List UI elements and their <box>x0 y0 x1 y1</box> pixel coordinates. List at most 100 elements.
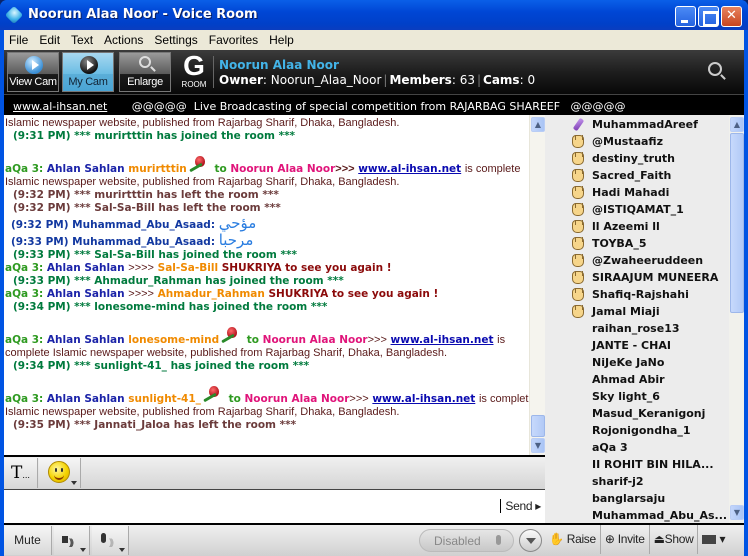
user-list-item[interactable]: Shafiq-Rajshahi <box>545 286 729 303</box>
emoticon-button[interactable] <box>39 458 81 488</box>
user-list-item[interactable]: Masud_Keranigonj <box>545 405 729 422</box>
chat-line: (9:32 PM) *** murirtttin has left the ro… <box>13 189 279 201</box>
site-link[interactable]: www.al-ihsan.net <box>358 163 461 175</box>
chat-line: Islamic newspaper website, published fro… <box>5 406 400 418</box>
zoom-icon[interactable] <box>708 62 722 76</box>
send-button[interactable]: Send ▸ <box>500 499 541 513</box>
camera-menu-button[interactable]: ▾ <box>698 525 729 554</box>
show-button[interactable]: ⏏Show <box>650 525 699 554</box>
menu-favorites[interactable]: Favorites <box>204 33 263 47</box>
owner-value: Noorun_Alaa_Noor <box>270 73 382 87</box>
title-bar[interactable]: Noorun Alaa Noor - Voice Room ✕ <box>0 0 748 30</box>
scroll-up-button[interactable]: ▲ <box>531 117 545 132</box>
minimize-button[interactable] <box>675 6 696 27</box>
chat-scrollbar[interactable]: ▲ ▼ <box>529 115 545 455</box>
user-name: raihan_rose13 <box>592 322 680 335</box>
user-list-item[interactable]: banglarsaju <box>545 490 729 507</box>
menu-file[interactable]: File <box>4 33 33 47</box>
rose-icon <box>187 156 209 174</box>
maximize-button[interactable] <box>698 6 719 27</box>
user-name: SIRAAJUM MUNEERA <box>592 271 719 284</box>
scroll-thumb[interactable] <box>531 415 545 437</box>
text-format-button[interactable]: T... <box>4 458 38 488</box>
user-list-item[interactable]: Hadi Mahadi <box>545 184 729 201</box>
mute-button[interactable]: Mute <box>4 526 52 555</box>
user-list-item[interactable]: @Mustaafiz <box>545 133 729 150</box>
user-list-item[interactable]: ll Azeemi ll <box>545 218 729 235</box>
rose-icon <box>201 386 223 404</box>
menu-text[interactable]: Text <box>66 33 98 47</box>
raised-hand-icon <box>572 169 584 182</box>
user-list-item[interactable]: NiJeKe JaNo <box>545 354 729 371</box>
user-list-item[interactable]: MuhammadAreef <box>545 116 729 133</box>
talk-button[interactable]: Disabled <box>419 529 514 552</box>
user-list-item[interactable]: Ahmad Abir <box>545 371 729 388</box>
members-count: 63 <box>459 73 475 87</box>
message-input[interactable]: Send ▸ <box>4 490 545 524</box>
my-cam-button[interactable]: My Cam <box>62 52 114 92</box>
chat-line: (9:31 PM) *** murirtttin has joined the … <box>13 130 296 142</box>
site-link[interactable]: www.al-ihsan.net <box>391 334 494 346</box>
speaker-volume-button[interactable] <box>54 526 90 556</box>
members-label: Members <box>389 73 452 87</box>
user-list-item[interactable]: destiny_truth <box>545 150 729 167</box>
user-name: Shafiq-Rajshahi <box>592 288 689 301</box>
user-list-item[interactable]: JANTE - CHAI <box>545 337 729 354</box>
room-name: Noorun Alaa Noor <box>219 58 339 72</box>
user-list-item[interactable]: Sacred_Faith <box>545 167 729 184</box>
chat-line: aQa 3: Ahlan Sahlan murirtttin to Noorun… <box>5 156 529 176</box>
site-link[interactable]: www.al-ihsan.net <box>372 393 475 405</box>
room-rating-label: ROOM <box>181 80 207 89</box>
user-name: NiJeKe JaNo <box>592 356 665 369</box>
user-list[interactable]: MuhammadAreef @Mustaafiz destiny_truth Sacr… <box>545 115 729 523</box>
raised-hand-icon <box>572 152 584 165</box>
chat-line: (9:33 PM) *** Sal-Sa-Bill has joined the… <box>13 249 297 261</box>
talk-options-button[interactable] <box>519 529 542 552</box>
close-button[interactable]: ✕ <box>721 6 742 27</box>
chat-message: (9:32 PM) Muhammad_Abu_Asaad: مؤحي <box>11 214 257 232</box>
chat-line: (9:32 PM) *** Sal-Sa-Bill has left the r… <box>13 202 281 214</box>
site-link[interactable]: www.al-ihsan.net <box>13 100 107 113</box>
chat-log[interactable]: Islamic newspaper website, published fro… <box>4 115 529 455</box>
user-list-item[interactable]: Muhammad_Abu_As... <box>545 507 729 523</box>
smiley-icon <box>48 461 70 483</box>
user-list-item[interactable]: TOYBA_5 <box>545 235 729 252</box>
user-name: JANTE - CHAI <box>592 339 671 352</box>
enlarge-button[interactable]: Enlarge <box>119 52 171 92</box>
window-title: Noorun Alaa Noor - Voice Room <box>28 7 258 22</box>
rose-icon <box>219 327 241 345</box>
raise-hand-button[interactable]: ✋ Raise <box>545 525 601 554</box>
scroll-down-button[interactable]: ▼ <box>531 438 545 453</box>
user-actions-bar: ✋ Raise ⊕ Invite ⏏Show ▾ <box>545 523 744 556</box>
user-list-item[interactable]: raihan_rose13 <box>545 320 729 337</box>
user-list-item[interactable]: Rojonigondha_1 <box>545 422 729 439</box>
room-toolbar: View Cam My Cam Enlarge G ROOM Noorun Al… <box>4 50 744 94</box>
user-list-item[interactable]: Sky light_6 <box>545 388 729 405</box>
invite-button[interactable]: ⊕ Invite <box>601 525 650 554</box>
menu-settings[interactable]: Settings <box>149 33 202 47</box>
owner-label: Owner <box>219 73 263 87</box>
room-rating-badge: G ROOM <box>179 52 209 92</box>
user-list-item[interactable]: sharif-j2 <box>545 473 729 490</box>
mic-volume-button[interactable] <box>92 526 129 556</box>
menu-bar: File Edit Text Actions Settings Favorite… <box>4 30 744 50</box>
menu-help[interactable]: Help <box>264 33 299 47</box>
user-list-item[interactable]: SIRAAJUM MUNEERA <box>545 269 729 286</box>
user-list-item[interactable]: Jamal Miaji <box>545 303 729 320</box>
chat-line: (9:35 PM) *** Jannati_Jaloa has left the… <box>13 419 297 431</box>
user-list-scrollbar[interactable]: ▲ ▼ <box>729 115 744 523</box>
view-cam-button[interactable]: View Cam <box>7 52 59 92</box>
user-name: TOYBA_5 <box>592 237 647 250</box>
menu-edit[interactable]: Edit <box>34 33 65 47</box>
raised-hand-icon <box>572 237 584 250</box>
user-list-item[interactable]: II ROHIT BIN HILA... <box>545 456 729 473</box>
raised-hand-icon <box>572 220 584 233</box>
user-list-item[interactable]: @Zwaheeruddeen <box>545 252 729 269</box>
window-border-right <box>744 30 748 556</box>
menu-actions[interactable]: Actions <box>99 33 148 47</box>
user-list-item[interactable]: @ISTIQAMAT_1 <box>545 201 729 218</box>
scroll-down-button[interactable]: ▼ <box>730 505 744 520</box>
user-list-item[interactable]: aQa 3 <box>545 439 729 456</box>
scroll-up-button[interactable]: ▲ <box>730 117 744 132</box>
scroll-thumb[interactable] <box>730 133 744 313</box>
